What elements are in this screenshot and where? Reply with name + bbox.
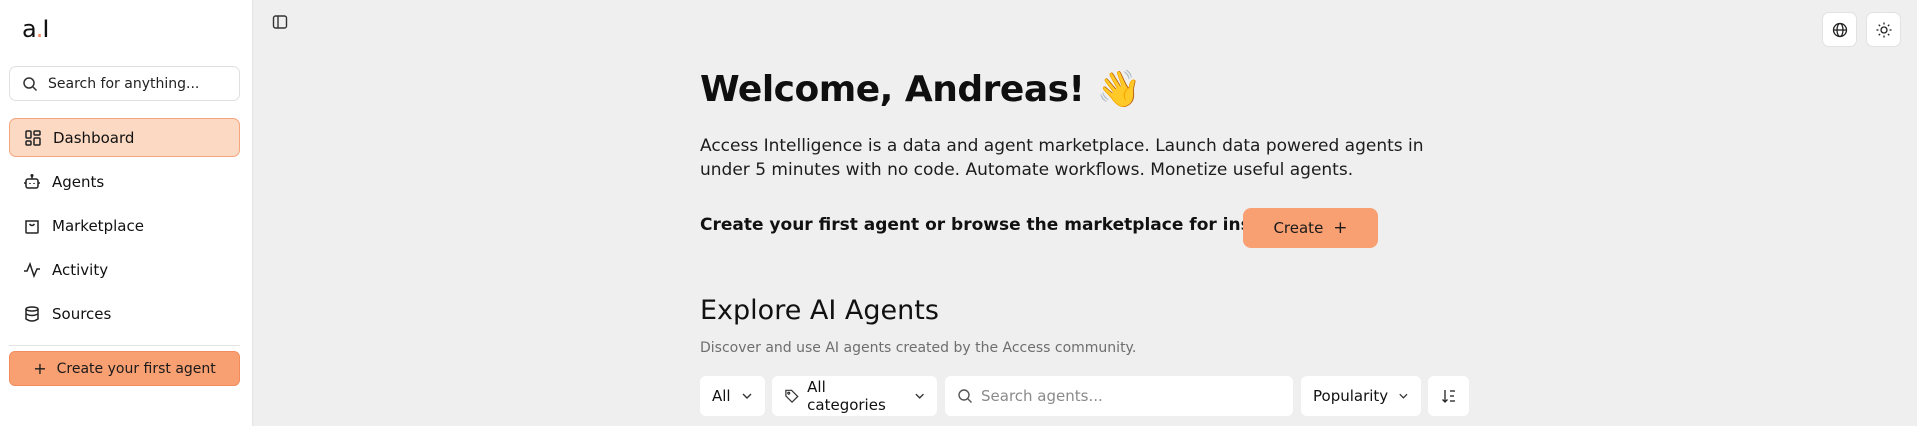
sidebar: a.I Search for anything... Dashboard Age… <box>0 0 253 426</box>
sort-order-icon <box>1441 390 1455 403</box>
cta-text: Create your first agent or browse the ma… <box>700 215 1333 235</box>
plus-icon: + <box>1333 218 1348 238</box>
sidebar-item-label: Activity <box>52 260 109 279</box>
sidebar-toggle-icon[interactable] <box>272 14 288 30</box>
intro-text: Access Intelligence is a data and agent … <box>700 136 1424 180</box>
agent-search-placeholder: Search agents... <box>981 387 1103 405</box>
dashboard-icon <box>25 129 41 146</box>
sidebar-item-label: Marketplace <box>52 216 144 235</box>
sidebar-item-marketplace[interactable]: Marketplace <box>9 206 240 245</box>
type-filter-value: All <box>712 387 731 405</box>
sidebar-item-agents[interactable]: Agents <box>9 162 240 201</box>
sidebar-item-activity[interactable]: Activity <box>9 250 240 289</box>
category-filter-dropdown[interactable]: All categories <box>772 376 937 416</box>
sidebar-item-dashboard[interactable]: Dashboard <box>9 118 240 157</box>
type-filter-dropdown[interactable]: All <box>700 376 765 416</box>
search-icon <box>23 76 38 91</box>
welcome-heading: Welcome, Andreas! 👋 <box>700 69 1141 110</box>
divider <box>9 345 240 346</box>
robot-icon <box>24 173 40 189</box>
sun-icon <box>1876 22 1891 37</box>
tag-icon <box>785 389 799 404</box>
theme-toggle-button[interactable] <box>1866 12 1901 47</box>
sidebar-item-label: Sources <box>52 304 112 323</box>
sidebar-item-label: Agents <box>52 172 105 191</box>
category-filter-value: All categories <box>807 378 886 414</box>
chevron-down-icon <box>1399 393 1408 399</box>
logo[interactable]: a.I <box>22 14 49 44</box>
sort-dropdown[interactable]: Popularity <box>1301 376 1421 416</box>
language-button[interactable] <box>1822 12 1857 47</box>
explore-heading: Explore AI Agents <box>700 295 939 326</box>
create-button[interactable]: Create + <box>1243 208 1378 248</box>
explore-subtitle: Discover and use AI agents created by th… <box>700 340 1137 356</box>
globe-icon <box>1832 22 1847 37</box>
sort-order-button[interactable] <box>1428 376 1469 416</box>
plus-icon: + <box>33 359 47 378</box>
search-placeholder: Search for anything... <box>48 75 200 92</box>
activity-icon <box>24 261 40 278</box>
search-icon <box>958 389 972 403</box>
sort-value: Popularity <box>1313 387 1389 405</box>
search-input[interactable]: Search for anything... <box>9 66 240 101</box>
chevron-down-icon <box>742 393 752 399</box>
chevron-down-icon <box>915 393 924 399</box>
create-first-agent-button[interactable]: + Create your first agent <box>9 351 240 386</box>
shopping-bag-icon <box>25 219 39 234</box>
create-first-agent-label: Create your first agent <box>56 360 216 377</box>
create-button-label: Create <box>1273 219 1324 237</box>
sidebar-item-sources[interactable]: Sources <box>9 294 240 333</box>
sidebar-item-label: Dashboard <box>53 128 135 147</box>
agent-search-input[interactable]: Search agents... <box>945 376 1293 416</box>
database-icon <box>25 305 39 322</box>
